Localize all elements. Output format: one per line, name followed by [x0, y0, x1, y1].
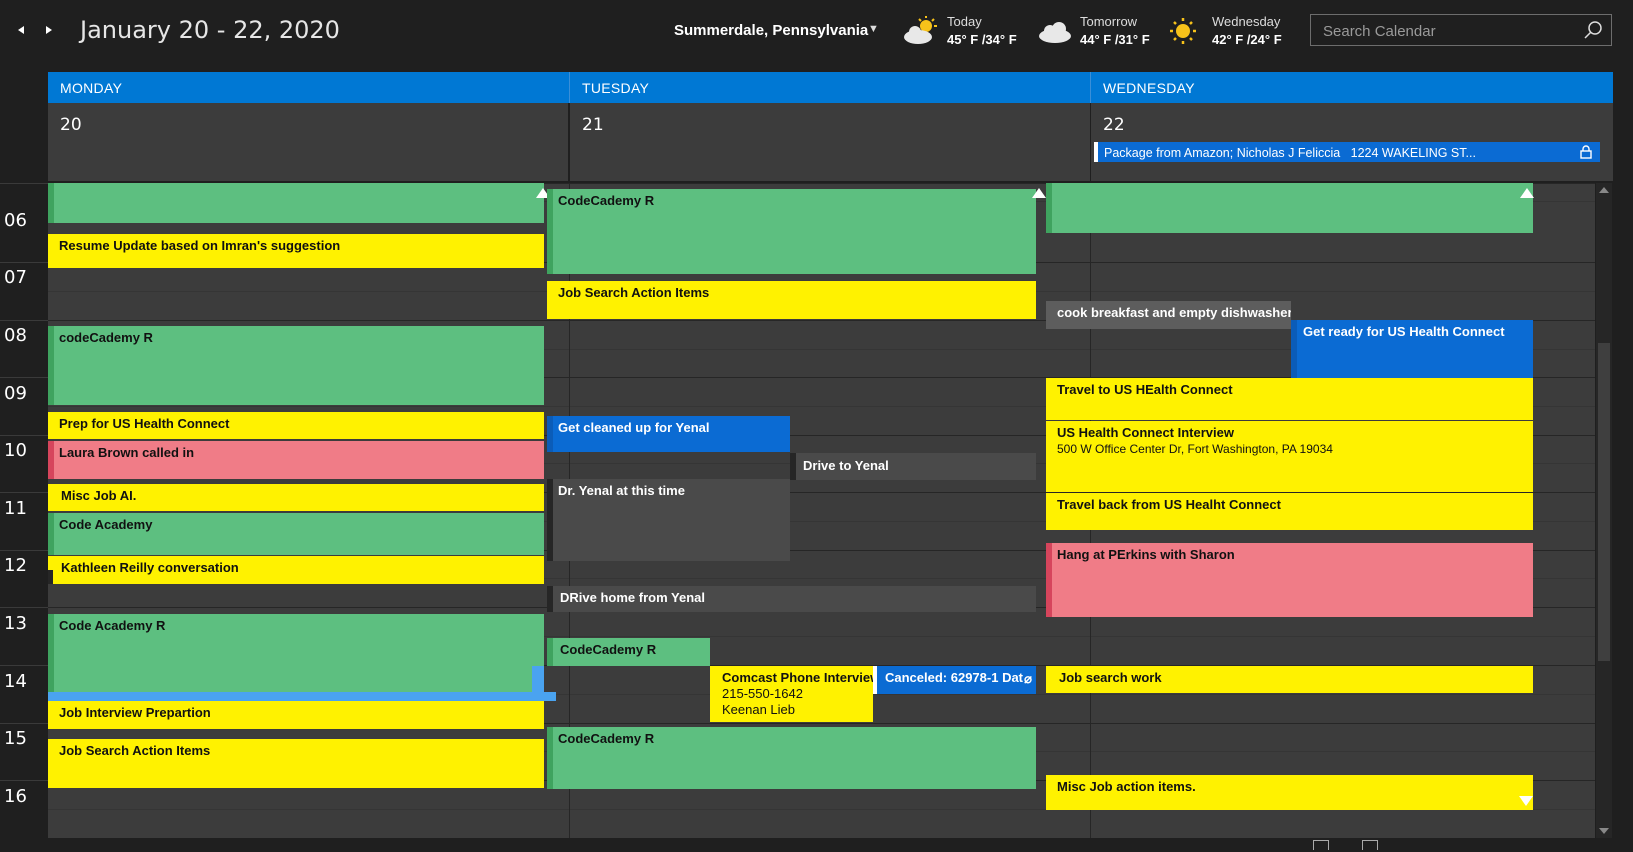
event[interactable]: Travel to US HEalth Connect: [1046, 378, 1533, 420]
hour-label: 10: [4, 440, 27, 461]
event[interactable]: Canceled: 62978-1 Dat ⌀: [873, 666, 1036, 694]
event[interactable]: Get ready for US Health Connect: [1291, 320, 1533, 378]
event[interactable]: CodeCademy R: [547, 189, 1036, 274]
previous-arrow-icon[interactable]: [14, 22, 28, 38]
event[interactable]: CodeCademy R: [547, 638, 710, 666]
hour-label: 11: [4, 498, 27, 519]
lock-icon: [1580, 145, 1592, 159]
time-grid[interactable]: Resume Update based on Imran's suggestio…: [48, 183, 1595, 838]
event[interactable]: Travel back from US Healht Connect: [1046, 493, 1533, 530]
event[interactable]: US Health Connect Interview 500 W Office …: [1046, 421, 1533, 492]
event[interactable]: Comcast Phone Interview 215-550-1642 Keena…: [710, 666, 873, 722]
event[interactable]: Job Search Action Items: [48, 739, 544, 788]
vertical-scrollbar[interactable]: [1596, 183, 1612, 838]
day-header-monday[interactable]: MONDAY: [48, 72, 569, 103]
date-number: 22: [1103, 115, 1125, 135]
hour-label: 16: [4, 786, 27, 807]
event[interactable]: Job Interview Prepartion: [48, 701, 544, 729]
weather-wednesday[interactable]: Wednesday 42° F /24° F: [1167, 12, 1297, 52]
event[interactable]: Misc Job action items.: [1046, 775, 1533, 810]
date-number: 21: [582, 115, 604, 135]
all-day-tuesday[interactable]: 21: [570, 103, 1090, 181]
day-header-tuesday[interactable]: TUESDAY: [569, 72, 1090, 103]
more-events-down-icon[interactable]: [1519, 796, 1533, 806]
event[interactable]: cook breakfast and empty dishwasher: [1046, 301, 1291, 329]
hour-label: 13: [4, 613, 27, 634]
more-events-up-icon[interactable]: [1032, 188, 1046, 198]
scrollbar-thumb[interactable]: [1598, 343, 1610, 661]
event[interactable]: Code Academy R: [48, 614, 544, 692]
hour-label: 15: [4, 728, 27, 749]
event[interactable]: Resume Update based on Imran's suggestio…: [48, 234, 544, 268]
event-wednesday-early[interactable]: [1046, 183, 1533, 233]
event[interactable]: Job Search Action Items: [547, 281, 1036, 319]
event[interactable]: CodeCademy R: [547, 727, 1036, 789]
date-range-title[interactable]: January 20 - 22, 2020: [80, 16, 340, 44]
all-day-wednesday[interactable]: 22 Package from Amazon; Nicholas J Felic…: [1091, 103, 1613, 181]
event[interactable]: Prep for US Health Connect: [48, 412, 544, 439]
event[interactable]: Hang at PErkins with Sharon: [1046, 543, 1533, 617]
date-number: 20: [60, 115, 82, 135]
hour-label: 06: [4, 210, 27, 231]
event[interactable]: Job search work: [1046, 666, 1533, 693]
view-icon[interactable]: [1313, 840, 1329, 850]
hour-label: 14: [4, 671, 27, 692]
chevron-down-icon[interactable]: ▼: [868, 23, 879, 35]
search-icon[interactable]: [1583, 20, 1603, 40]
sunny-icon: [1170, 18, 1196, 44]
day-header-wednesday[interactable]: WEDNESDAY: [1090, 72, 1613, 103]
bottom-strip: [0, 838, 1633, 852]
top-bar: January 20 - 22, 2020 Summerdale, Pennsy…: [0, 0, 1633, 68]
event[interactable]: codeCademy R: [48, 326, 544, 405]
book-icon[interactable]: [1362, 840, 1378, 850]
event[interactable]: Code Academy: [48, 513, 544, 555]
event[interactable]: Drive to Yenal: [790, 453, 1036, 480]
weather-tomorrow[interactable]: Tomorrow 44° F /31° F: [1035, 12, 1155, 52]
search-input[interactable]: [1321, 20, 1565, 42]
search-box[interactable]: [1310, 14, 1612, 46]
paperclip-icon: ⌀: [1024, 671, 1032, 686]
next-arrow-icon[interactable]: [42, 22, 56, 38]
current-time-selection: [48, 692, 556, 701]
event-monday-early[interactable]: [48, 183, 544, 223]
event[interactable]: Kathleen Reilly conversation: [48, 556, 544, 584]
weather-today[interactable]: Today 45° F /34° F: [902, 12, 1022, 52]
more-events-up-icon[interactable]: [1520, 188, 1534, 198]
cloudy-icon: [1039, 22, 1071, 43]
hour-label: 12: [4, 555, 27, 576]
event[interactable]: Misc Job AI.: [48, 484, 544, 511]
hour-label: 08: [4, 325, 27, 346]
all-day-monday[interactable]: 20: [48, 103, 568, 181]
hour-label: 07: [4, 267, 27, 288]
hour-label: 09: [4, 383, 27, 404]
event[interactable]: Get cleaned up for Yenal: [547, 416, 790, 452]
event[interactable]: Laura Brown called in: [48, 441, 544, 479]
event[interactable]: Dr. Yenal at this time: [547, 479, 790, 561]
all-day-event[interactable]: Package from Amazon; Nicholas J Feliccia…: [1094, 142, 1600, 162]
partly-cloudy-icon: [904, 16, 937, 44]
event[interactable]: DRive home from Yenal: [547, 586, 1036, 612]
hour-gutter: 06 07 08 09 10 11 12 13 14 15 16: [0, 183, 48, 838]
location-selector[interactable]: Summerdale, Pennsylvania: [674, 22, 868, 39]
